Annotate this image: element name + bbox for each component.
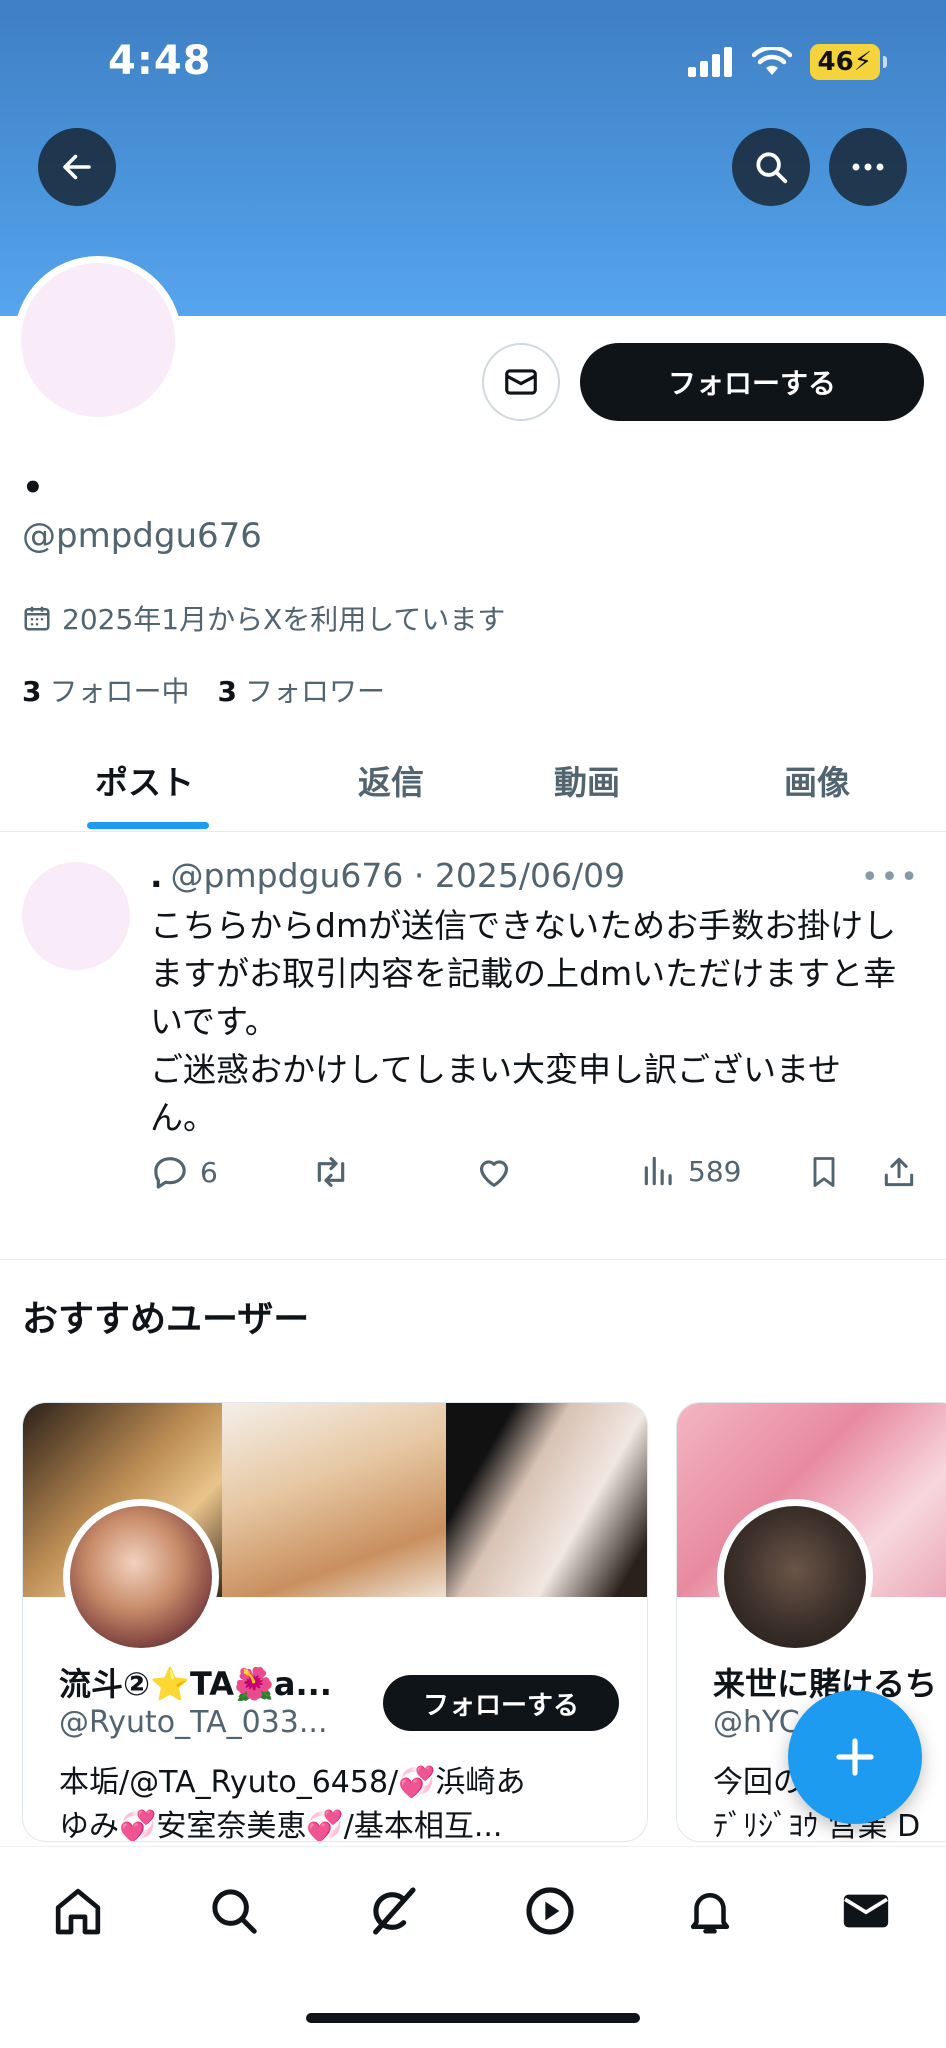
tab-images[interactable]: 画像	[784, 756, 850, 804]
message-button[interactable]	[482, 343, 560, 421]
views-count: 589	[688, 1154, 742, 1188]
back-button[interactable]	[38, 128, 116, 206]
calendar-icon	[24, 606, 50, 631]
charging-icon: ⚡	[853, 47, 872, 77]
card-user-bio: 本垢/@TA_Ryuto_6458/💞浜崎あ ゆみ💞安室奈美恵💞/基本相互...	[59, 1765, 526, 1842]
followers-link[interactable]: 3 フォロワー	[218, 670, 386, 710]
nav-grok[interactable]	[362, 1881, 422, 1941]
play-icon	[526, 1887, 574, 1935]
following-link[interactable]: 3 フォロー中	[22, 670, 190, 710]
home-icon	[55, 1888, 101, 1935]
card-user-handle: @hYC	[713, 1705, 800, 1740]
card-avatar[interactable]	[717, 1499, 873, 1655]
follow-counts: 3 フォロー中 3 フォロワー	[22, 670, 385, 710]
heart-icon	[479, 1160, 509, 1187]
bookmark-icon	[813, 1157, 835, 1187]
share-icon	[884, 1157, 914, 1187]
nav-messages[interactable]	[836, 1881, 896, 1941]
share-button[interactable]	[880, 1152, 918, 1192]
views-icon	[644, 1156, 672, 1186]
mail-icon	[505, 369, 537, 395]
profile-tabs: ポスト 返信 動画 画像	[0, 740, 946, 832]
compose-button[interactable]	[788, 1690, 922, 1824]
nav-search[interactable]	[204, 1881, 264, 1941]
tweet[interactable]: . @pmpdgu676 · 2025/06/09 ••• こちらからdmが送信で…	[0, 834, 946, 1260]
repost-icon	[317, 1157, 345, 1187]
tweet-text: こちらからdmが送信できないためお手数お掛けし ますがお取引内容を記載の上dmい…	[150, 906, 897, 1137]
status-icons: 46⚡	[687, 44, 888, 80]
recommended-users-title: おすすめユーザー	[22, 1299, 310, 1340]
reply-button[interactable]: 6	[150, 1152, 218, 1192]
active-tab-indicator	[87, 822, 209, 829]
more-icon	[852, 163, 884, 171]
views-button[interactable]: 589	[640, 1152, 741, 1190]
mail-icon	[843, 1894, 889, 1928]
bookmark-button[interactable]	[806, 1152, 842, 1192]
joined-date: 2025年1月からXを利用しています	[22, 598, 505, 638]
nav-notifications[interactable]	[680, 1881, 740, 1941]
home-indicator	[306, 2013, 640, 2023]
like-button[interactable]	[474, 1152, 514, 1192]
search-icon	[212, 1889, 257, 1934]
status-time: 4:48	[108, 38, 212, 84]
tweet-author-name: .	[150, 856, 163, 895]
bell-icon	[690, 1893, 730, 1934]
tweet-avatar[interactable]	[22, 862, 130, 970]
tweet-author-handle: @pmpdgu676	[170, 856, 404, 895]
joined-text: 2025年1月からXを利用しています	[62, 603, 506, 636]
card-follow-button[interactable]: フォローする	[383, 1675, 619, 1731]
tweet-actions: 6 589	[150, 1152, 920, 1200]
nav-home[interactable]	[48, 1881, 108, 1941]
tab-videos[interactable]: 動画	[554, 756, 620, 804]
tweet-date: 2025/06/09	[434, 856, 626, 895]
more-button[interactable]	[829, 128, 907, 206]
nav-video[interactable]	[520, 1881, 580, 1941]
tab-posts[interactable]: ポスト	[95, 756, 194, 804]
display-name: •	[22, 468, 44, 508]
repost-button[interactable]	[310, 1152, 352, 1192]
signal-icon	[687, 47, 732, 77]
reply-count: 6	[200, 1155, 218, 1189]
tweet-more-icon[interactable]: •••	[861, 860, 920, 895]
reply-icon	[154, 1157, 186, 1189]
profile-handle: @pmpdgu676	[22, 516, 262, 556]
card-user-name: 流斗②⭐TA🌺a...	[59, 1665, 332, 1703]
search-button[interactable]	[732, 128, 810, 206]
bottom-navigation	[0, 1846, 946, 2048]
tweet-header: . @pmpdgu676 · 2025/06/09	[150, 856, 626, 895]
tab-replies[interactable]: 返信	[358, 756, 424, 804]
card-avatar[interactable]	[63, 1499, 219, 1655]
arrow-left-icon	[63, 154, 91, 180]
card-user-handle: @Ryuto_TA_033...	[59, 1705, 328, 1740]
wifi-icon	[751, 47, 792, 75]
follow-button[interactable]: フォローする	[580, 343, 924, 421]
profile-avatar[interactable]	[14, 256, 182, 424]
battery-indicator: 46⚡	[809, 44, 888, 80]
recommended-user-card[interactable]: 流斗②⭐TA🌺a... @Ryuto_TA_033... フォローする 本垢/@…	[22, 1402, 648, 1842]
grok-icon	[373, 1887, 416, 1935]
search-icon	[756, 152, 788, 184]
plus-icon	[836, 1738, 874, 1776]
